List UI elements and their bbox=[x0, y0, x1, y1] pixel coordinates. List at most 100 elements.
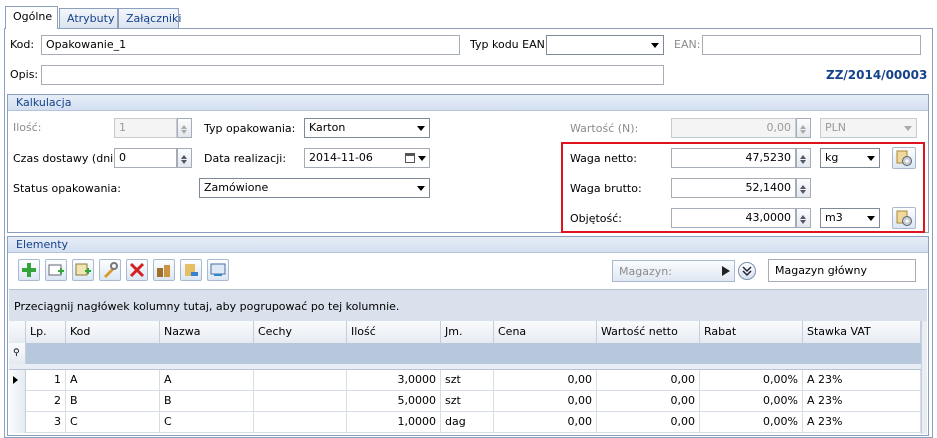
column-header-ilosc[interactable]: Ilość bbox=[347, 321, 441, 343]
typ-kodu-ean-select[interactable] bbox=[546, 35, 664, 55]
import-icon bbox=[185, 264, 198, 276]
cell-kod: A bbox=[66, 370, 160, 391]
refresh-button[interactable] bbox=[207, 259, 229, 281]
cell-ilosc: 1,0000 bbox=[347, 412, 441, 433]
expand-button[interactable] bbox=[738, 262, 756, 280]
objetosc-spinner[interactable] bbox=[796, 208, 811, 228]
tab-zalaczniki[interactable]: Załączniki bbox=[118, 8, 181, 28]
cell-lp: 3 bbox=[26, 412, 66, 433]
import-button[interactable] bbox=[180, 259, 202, 281]
column-header-kod[interactable]: Kod bbox=[66, 321, 160, 343]
chevron-down-icon bbox=[417, 186, 425, 195]
chevron-down-icon bbox=[904, 126, 912, 135]
cell-lp: 2 bbox=[26, 391, 66, 412]
add-icon bbox=[22, 263, 36, 277]
status-opakowania-select[interactable]: Zamówione bbox=[199, 178, 430, 198]
column-header-nazwa[interactable]: Nazwa bbox=[160, 321, 254, 343]
data-realizacji-value: 2014-11-06 bbox=[309, 151, 373, 164]
cell-kod: C bbox=[66, 412, 160, 433]
document-number: ZZ/2014/00003 bbox=[826, 68, 928, 82]
edit-button[interactable] bbox=[99, 259, 121, 281]
ean-input[interactable] bbox=[702, 35, 921, 55]
waluta-select[interactable]: PLN bbox=[820, 118, 917, 138]
czas-dostawy-label: Czas dostawy (dni): bbox=[13, 152, 122, 165]
magazyn-input[interactable]: Magazyn główny bbox=[768, 259, 916, 282]
column-header-lp[interactable]: Lp. bbox=[26, 321, 66, 343]
magazyn-label: Magazyn: bbox=[619, 265, 672, 278]
ilosc-spinner[interactable] bbox=[177, 118, 192, 138]
chevron-down-icon bbox=[867, 156, 875, 165]
opis-input[interactable] bbox=[41, 65, 664, 85]
column-header-stawka-vat[interactable]: Stawka VAT bbox=[803, 321, 921, 343]
tab-ogolne[interactable]: Ogólne bbox=[5, 6, 58, 29]
kod-input[interactable]: Opakowanie_1 bbox=[41, 35, 460, 55]
cell-nazwa: A bbox=[160, 370, 254, 391]
weight-settings-button[interactable] bbox=[892, 147, 916, 169]
wartosc-label: Wartość (N): bbox=[570, 122, 639, 135]
data-realizacji-input[interactable]: 2014-11-06 bbox=[304, 148, 430, 168]
cell-ilosc: 3,0000 bbox=[347, 370, 441, 391]
czas-dostawy-input[interactable]: 0 bbox=[114, 148, 177, 168]
objetosc-unit-select[interactable]: m3 bbox=[820, 208, 880, 228]
column-header-cena[interactable]: Cena bbox=[494, 321, 597, 343]
cell-jm: dag bbox=[441, 412, 494, 433]
chevron-down-icon bbox=[867, 216, 875, 225]
column-header-wartosc-netto[interactable]: Wartość netto bbox=[597, 321, 700, 343]
double-chevron-down-icon bbox=[742, 266, 752, 277]
ilosc-label: Ilość: bbox=[13, 121, 42, 134]
column-header-cechy[interactable]: Cechy bbox=[254, 321, 347, 343]
cell-stawka-vat: A 23% bbox=[803, 412, 921, 433]
gear-icon bbox=[896, 210, 912, 226]
column-header-rabat[interactable]: Rabat bbox=[700, 321, 803, 343]
typ-opakowania-label: Typ opakowania: bbox=[204, 122, 296, 135]
add-from-list-button[interactable] bbox=[45, 259, 67, 281]
group-by-panel[interactable]: Przeciągnij nagłówek kolumny tutaj, aby … bbox=[9, 289, 927, 321]
volume-settings-button[interactable] bbox=[892, 207, 916, 229]
delete-button[interactable] bbox=[126, 259, 148, 281]
add-multiple-button[interactable] bbox=[72, 259, 94, 281]
grid-scrollbar[interactable] bbox=[921, 321, 927, 434]
typ-opakowania-select[interactable]: Karton bbox=[304, 118, 430, 138]
refresh-icon bbox=[210, 263, 226, 276]
wartosc-input[interactable]: 0,00 bbox=[671, 118, 796, 138]
row-indicator-header bbox=[9, 321, 26, 343]
opis-label: Opis: bbox=[10, 68, 39, 81]
tab-atrybuty[interactable]: Atrybuty bbox=[59, 8, 118, 28]
czas-dostawy-spinner[interactable] bbox=[177, 148, 192, 168]
waga-netto-unit: kg bbox=[825, 151, 839, 164]
waga-brutto-input[interactable]: 52,1400 bbox=[671, 178, 796, 198]
cell-cena: 0,00 bbox=[494, 412, 597, 433]
stock-button[interactable] bbox=[153, 259, 175, 281]
cell-rabat: 0,00% bbox=[700, 370, 803, 391]
typ-kodu-ean-label: Typ kodu EAN: bbox=[470, 38, 549, 51]
delete-icon bbox=[129, 262, 145, 278]
objetosc-label: Objętość: bbox=[570, 212, 622, 225]
cell-wartosc-netto: 0,00 bbox=[597, 412, 700, 433]
cell-nazwa: C bbox=[160, 412, 254, 433]
add-button[interactable] bbox=[18, 259, 40, 281]
objetosc-unit: m3 bbox=[825, 211, 843, 224]
ilosc-input[interactable]: 1 bbox=[114, 118, 177, 138]
gear-icon bbox=[896, 150, 912, 166]
chevron-down-icon[interactable] bbox=[418, 156, 426, 165]
calendar-icon[interactable] bbox=[405, 153, 415, 163]
objetosc-input[interactable]: 43,0000 bbox=[671, 208, 796, 228]
cell-cena: 0,00 bbox=[494, 370, 597, 391]
edit-icon bbox=[104, 262, 118, 278]
waga-netto-input[interactable]: 47,5230 bbox=[671, 148, 796, 168]
magazyn-filter[interactable]: Magazyn: bbox=[612, 260, 735, 282]
ean-label: EAN: bbox=[674, 38, 701, 51]
group-by-hint: Przeciągnij nagłówek kolumny tutaj, aby … bbox=[14, 300, 400, 313]
waga-brutto-spinner[interactable] bbox=[796, 178, 811, 198]
waga-netto-unit-select[interactable]: kg bbox=[820, 148, 880, 168]
waga-brutto-label: Waga brutto: bbox=[570, 182, 642, 195]
column-header-jm[interactable]: Jm. bbox=[441, 321, 494, 343]
status-opakowania-label: Status opakowania: bbox=[13, 182, 121, 195]
waga-netto-spinner[interactable] bbox=[796, 148, 811, 168]
wartosc-spinner[interactable] bbox=[796, 118, 811, 138]
cell-stawka-vat: A 23% bbox=[803, 391, 921, 412]
filter-row[interactable] bbox=[9, 343, 921, 364]
kalkulacja-title: Kalkulacja bbox=[8, 95, 928, 111]
cell-rabat: 0,00% bbox=[700, 412, 803, 433]
add-multiple-icon bbox=[75, 263, 91, 276]
